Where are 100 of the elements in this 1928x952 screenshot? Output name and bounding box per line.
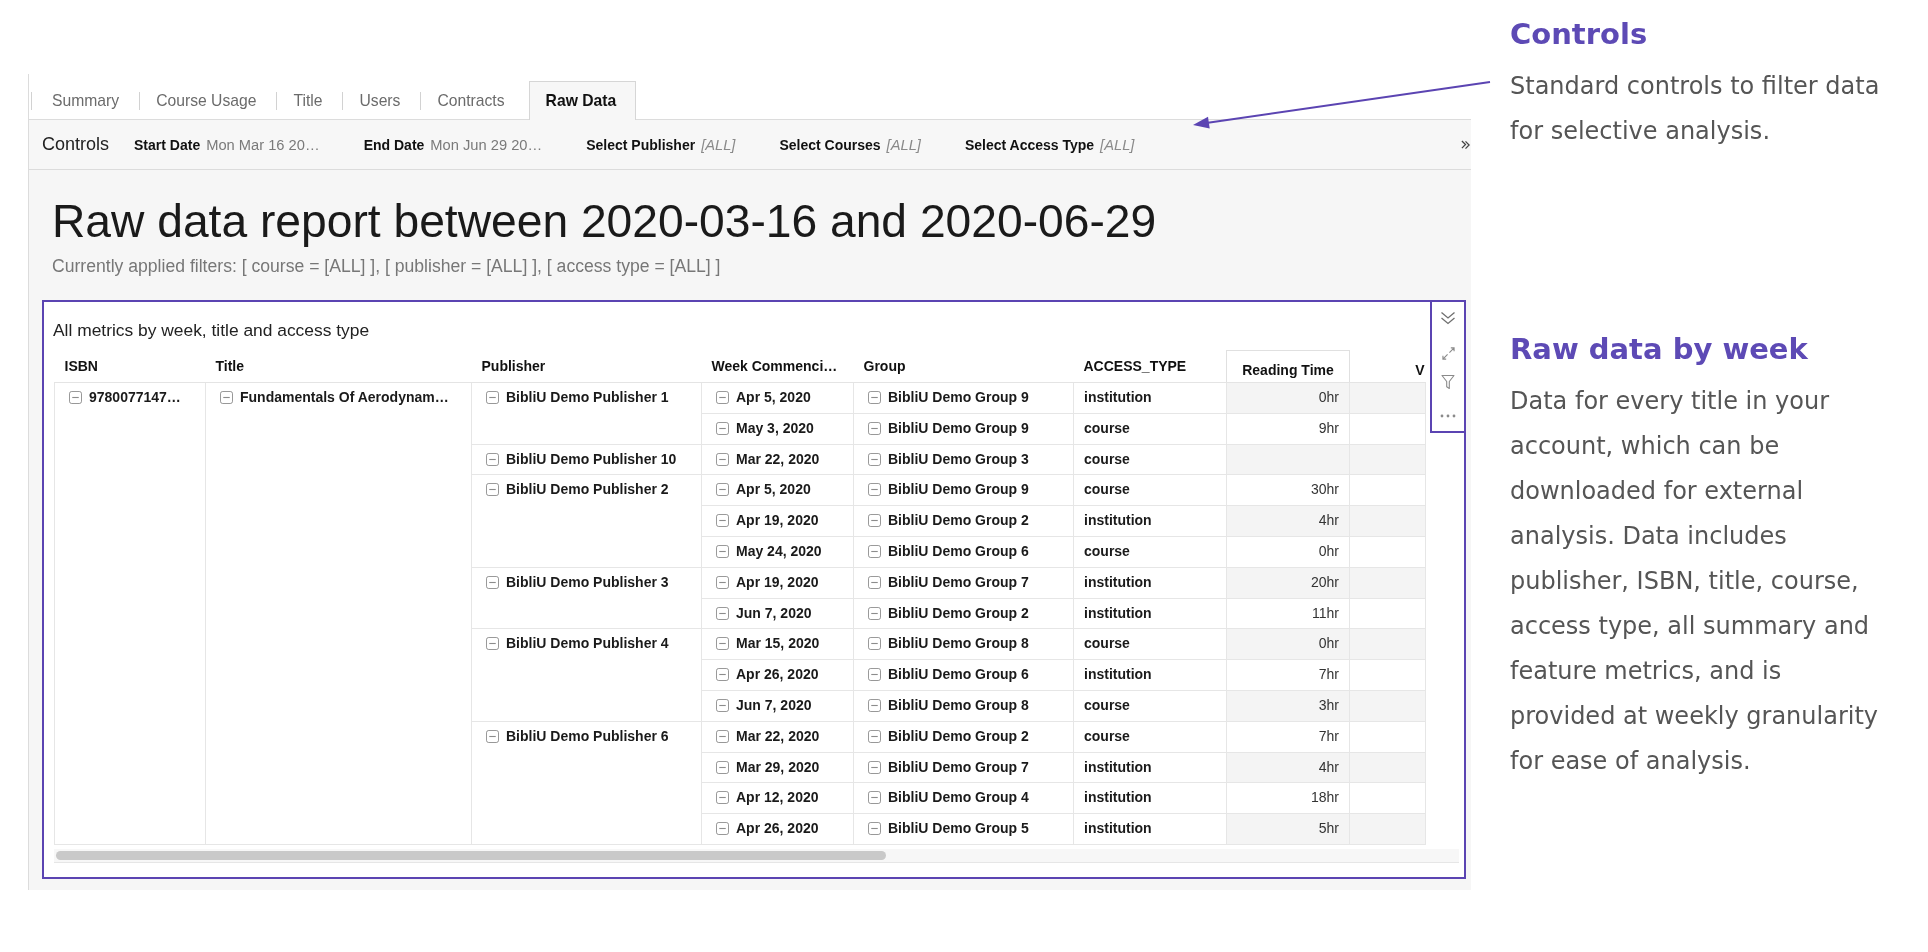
- collapse-icon[interactable]: [716, 637, 729, 651]
- week-date: May 3, 2020: [736, 418, 814, 438]
- column-header[interactable]: Week Commenci…: [711, 358, 838, 375]
- filter-dropdown[interactable]: [ALL]: [1100, 136, 1135, 153]
- collapse-icon[interactable]: [868, 791, 881, 805]
- group-name: BibliU Demo Group 3: [888, 449, 1029, 469]
- collapse-icon[interactable]: [868, 421, 881, 435]
- filter-dropdown[interactable]: [ALL]: [886, 136, 921, 153]
- collapse-icon[interactable]: [868, 637, 881, 651]
- collapse-icon[interactable]: [486, 637, 499, 651]
- access-type: institution: [1084, 604, 1152, 621]
- collapse-icon[interactable]: [716, 668, 729, 682]
- access-type: course: [1084, 450, 1130, 467]
- week-date: Apr 19, 2020: [736, 511, 819, 531]
- report-title: Raw data report between 2020-03-16 and 2020-06-29: [52, 194, 1158, 248]
- collapse-icon[interactable]: [868, 668, 881, 682]
- collapse-icon[interactable]: [868, 729, 881, 743]
- week-date: Apr 19, 2020: [736, 572, 819, 592]
- group-name: BibliU Demo Group 9: [888, 388, 1029, 407]
- collapse-icon[interactable]: [868, 575, 881, 589]
- week-date: Apr 26, 2020: [736, 819, 819, 839]
- collapse-icon[interactable]: [69, 391, 82, 404]
- collapse-icon[interactable]: [868, 698, 881, 712]
- collapse-icon[interactable]: [716, 575, 729, 589]
- week-date: Mar 22, 2020: [736, 449, 820, 469]
- collapse-icon[interactable]: [716, 729, 729, 743]
- collapse-icon[interactable]: [716, 421, 729, 435]
- group-name: BibliU Demo Group 7: [888, 757, 1029, 777]
- access-type: course: [1084, 481, 1130, 498]
- reading-time-cell: 5hr: [1226, 813, 1350, 845]
- collapse-icon[interactable]: [716, 452, 729, 466]
- access-type: course: [1084, 727, 1130, 744]
- tab[interactable]: Summary: [31, 81, 140, 119]
- filter-dropdown[interactable]: Mon Mar 16 20…: [206, 136, 320, 153]
- group-name: BibliU Demo Group 8: [888, 695, 1029, 715]
- reading-time-cell: 4hr: [1226, 752, 1350, 783]
- collapse-icon[interactable]: [486, 391, 499, 404]
- collapse-icon[interactable]: [868, 514, 881, 528]
- collapse-icon[interactable]: [716, 606, 729, 620]
- tab[interactable]: Raw Data: [528, 81, 637, 120]
- tab[interactable]: Users: [342, 81, 421, 119]
- collapse-icon[interactable]: [868, 452, 881, 466]
- tab[interactable]: Course Usage: [139, 81, 277, 119]
- filter-label: End Date: [363, 136, 425, 153]
- reading-time-cell: 0hr: [1226, 628, 1350, 660]
- collapse-icon[interactable]: [716, 760, 729, 774]
- group-name: BibliU Demo Group 5: [888, 819, 1029, 839]
- collapse-icon[interactable]: [486, 575, 499, 589]
- reading-time-cell: 18hr: [1226, 782, 1350, 814]
- scrollbar-thumb[interactable]: [56, 850, 886, 860]
- publisher-name: BibliU Demo Publisher 1: [506, 388, 669, 407]
- week-date: May 24, 2020: [736, 542, 822, 561]
- week-date: Jun 7, 2020: [736, 603, 812, 623]
- reading-time-cell: 4hr: [1226, 505, 1350, 537]
- column-header[interactable]: V: [1415, 362, 1425, 378]
- group-name: BibliU Demo Group 6: [888, 542, 1029, 561]
- collapse-icon[interactable]: [716, 514, 729, 528]
- collapse-icon[interactable]: [220, 391, 233, 404]
- column-header[interactable]: ISBN: [64, 358, 98, 375]
- collapse-icon[interactable]: [486, 483, 499, 497]
- expand-icon[interactable]: [1441, 347, 1455, 360]
- double-chevron-down-icon[interactable]: [1440, 311, 1456, 325]
- access-type: institution: [1084, 573, 1152, 590]
- tab[interactable]: Contracts: [420, 81, 525, 119]
- collapse-icon[interactable]: [716, 545, 729, 558]
- group-name: BibliU Demo Group 2: [888, 603, 1029, 623]
- column-header[interactable]: Group: [863, 358, 906, 375]
- filter-label: Start Date: [134, 136, 201, 153]
- access-type: institution: [1084, 789, 1152, 806]
- filter-dropdown[interactable]: Mon Jun 29 20…: [430, 136, 543, 153]
- column-header[interactable]: ACCESS_TYPE: [1083, 358, 1187, 375]
- reading-time-cell: 0hr: [1226, 382, 1350, 414]
- access-type: institution: [1084, 666, 1152, 683]
- column-header[interactable]: Publisher: [481, 358, 546, 375]
- collapse-icon[interactable]: [868, 483, 881, 497]
- collapse-icon[interactable]: [868, 760, 881, 774]
- week-date: Apr 5, 2020: [736, 480, 811, 500]
- collapse-icon[interactable]: [716, 391, 729, 404]
- collapse-icon[interactable]: [716, 822, 729, 836]
- collapse-icon[interactable]: [486, 452, 499, 466]
- collapse-icon[interactable]: [716, 483, 729, 497]
- tab[interactable]: Title: [276, 81, 343, 119]
- collapse-icon[interactable]: [716, 698, 729, 712]
- publisher-name: BibliU Demo Publisher 4: [506, 634, 669, 654]
- collapse-icon[interactable]: [716, 791, 729, 805]
- filter-icon[interactable]: [1441, 374, 1455, 390]
- filter-label: Select Publisher: [586, 136, 696, 153]
- more-icon[interactable]: [1440, 414, 1456, 418]
- column-header[interactable]: Title: [215, 358, 245, 375]
- collapse-icon[interactable]: [868, 606, 881, 620]
- double-chevron-icon[interactable]: [1461, 139, 1470, 150]
- week-date: Mar 15, 2020: [736, 634, 820, 654]
- collapse-icon[interactable]: [868, 822, 881, 836]
- week-date: Apr 5, 2020: [736, 388, 811, 407]
- collapse-icon[interactable]: [868, 391, 881, 404]
- horizontal-scrollbar[interactable]: [54, 848, 1459, 863]
- collapse-icon[interactable]: [486, 729, 499, 743]
- filter-dropdown[interactable]: [ALL]: [701, 136, 736, 153]
- collapse-icon[interactable]: [868, 545, 881, 558]
- access-type: course: [1084, 419, 1130, 436]
